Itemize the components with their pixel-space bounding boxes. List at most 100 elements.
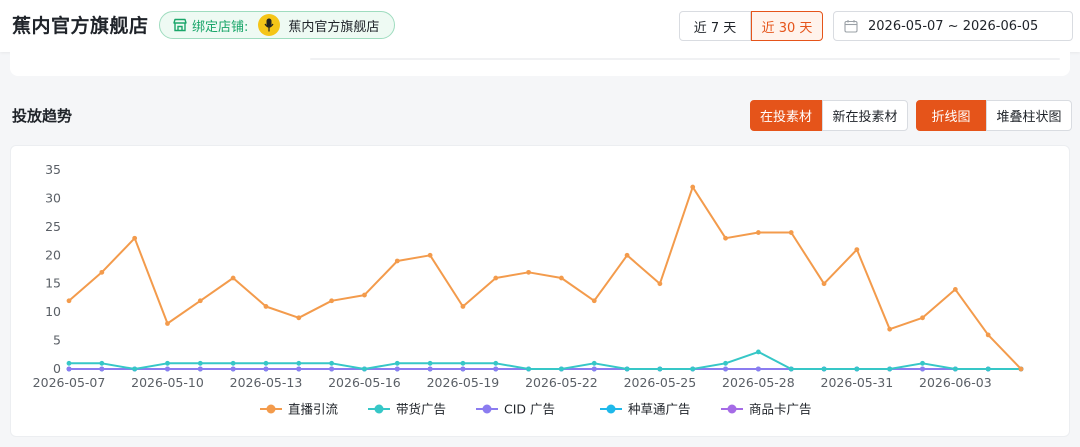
data-point: [427, 366, 433, 372]
data-point: [887, 366, 893, 372]
top-bar: 蕉内官方旗舰店 绑定店铺: 蕉内官方旗舰店 近 7 天 近 30 天 2026-…: [0, 0, 1080, 52]
data-point: [526, 269, 531, 275]
data-point: [197, 360, 203, 366]
data-point: [394, 258, 400, 264]
series-line: [69, 350, 1021, 370]
tab-line-chart[interactable]: 折线图: [916, 100, 986, 131]
date-range-value: 2026-05-07 ~ 2026-06-05: [868, 18, 1039, 34]
data-point: [66, 298, 72, 304]
data-point: [460, 360, 466, 366]
bound-shop-pill[interactable]: 绑定店铺: 蕉内官方旗舰店: [159, 11, 395, 39]
shop-title: 蕉内官方旗舰店: [12, 15, 149, 37]
x-tick-label: 2026-05-28: [722, 375, 795, 390]
data-point: [559, 366, 564, 372]
y-tick-label: 10: [45, 304, 61, 319]
x-tick-label: 2026-05-10: [131, 375, 204, 390]
store-icon: [173, 18, 187, 32]
x-tick-label: 2026-05-07: [33, 375, 106, 390]
data-point: [1018, 366, 1024, 372]
legend-item-label: CID 广告: [504, 402, 555, 417]
data-point: [230, 275, 236, 281]
data-point: [66, 360, 72, 366]
data-point: [690, 184, 696, 190]
data-point: [755, 230, 761, 235]
y-tick-label: 25: [45, 219, 61, 234]
data-point: [788, 366, 794, 372]
tab-active-materials[interactable]: 在投素材: [750, 100, 822, 131]
data-point: [624, 252, 630, 258]
data-point: [854, 247, 860, 252]
x-tick-label: 2026-06-03: [919, 375, 992, 390]
tab-stacked-bar-chart[interactable]: 堆叠柱状图: [986, 100, 1072, 131]
data-point: [985, 366, 991, 372]
data-point: [493, 360, 499, 366]
y-tick-label: 0: [53, 361, 61, 376]
data-point: [197, 298, 203, 304]
section-title: 投放趋势: [12, 107, 73, 125]
y-tick-label: 30: [45, 190, 61, 205]
data-point: [624, 366, 630, 372]
data-point: [132, 366, 138, 372]
data-point: [723, 235, 728, 241]
range-7-days-button[interactable]: 近 7 天: [679, 11, 751, 41]
data-point: [460, 304, 466, 309]
data-point: [690, 366, 696, 372]
data-point: [887, 326, 893, 332]
data-point: [657, 281, 663, 287]
data-point: [952, 287, 958, 292]
data-point: [427, 360, 433, 366]
data-point: [394, 360, 400, 366]
date-range-picker[interactable]: 2026-05-07 ~ 2026-06-05: [833, 11, 1073, 41]
data-point: [657, 366, 663, 372]
data-point: [165, 321, 170, 326]
data-point: [132, 235, 138, 241]
data-point: [460, 366, 466, 372]
data-point: [559, 275, 564, 281]
data-point: [920, 315, 925, 321]
data-point: [329, 366, 335, 372]
data-point: [99, 360, 105, 366]
data-point: [296, 315, 302, 321]
calendar-icon: [844, 20, 858, 33]
data-point: [99, 366, 105, 372]
legend-swatch-dot: [727, 404, 737, 414]
data-point: [197, 366, 203, 372]
x-tick-label: 2026-05-16: [328, 375, 401, 390]
data-point: [329, 298, 335, 304]
legend-swatch-dot: [374, 404, 384, 414]
data-point: [591, 298, 597, 304]
data-point: [821, 366, 827, 372]
legend-swatch-dot: [266, 404, 276, 414]
scroll-divider: [310, 58, 1060, 60]
bound-shop-name: 蕉内官方旗舰店: [288, 19, 380, 35]
data-point: [755, 366, 761, 372]
data-point: [821, 281, 827, 287]
data-point: [952, 366, 958, 372]
data-point: [394, 366, 400, 372]
tab-new-active-materials[interactable]: 新在投素材: [822, 100, 908, 131]
y-tick-label: 15: [45, 276, 61, 291]
trend-chart-card: 0 5 10 15 20 25 30 35 2026-05-07 2026-05-10 2026-0…: [10, 145, 1070, 437]
legend-swatch-dot: [482, 404, 492, 414]
data-point: [296, 360, 302, 366]
data-point: [493, 366, 499, 372]
legend-item-label: 直播引流: [288, 402, 339, 417]
data-point: [723, 366, 728, 372]
data-point: [66, 366, 72, 372]
data-point: [526, 366, 531, 372]
range-30-days-button[interactable]: 近 30 天: [751, 11, 823, 41]
y-tick-label: 5: [53, 333, 61, 348]
data-point: [755, 349, 761, 355]
legend-item-label: 带货广告: [396, 402, 446, 417]
data-point: [165, 360, 170, 366]
data-point: [591, 360, 597, 366]
y-tick-label: 35: [45, 162, 61, 177]
data-point: [263, 304, 269, 309]
data-point: [165, 366, 170, 372]
data-point: [296, 366, 302, 372]
microphone-icon: [264, 18, 274, 32]
legend-item-label: 商品卡广告: [749, 402, 812, 417]
data-point: [427, 252, 433, 258]
data-point: [591, 366, 597, 372]
data-point: [493, 275, 499, 281]
